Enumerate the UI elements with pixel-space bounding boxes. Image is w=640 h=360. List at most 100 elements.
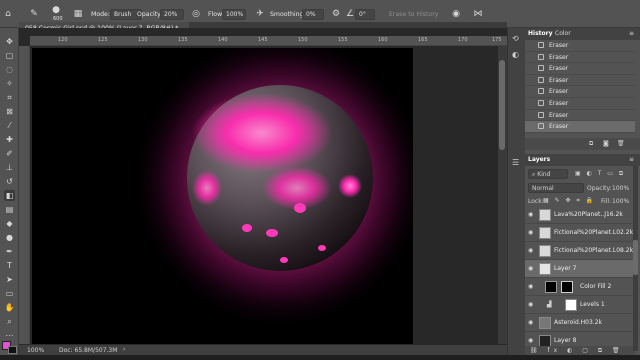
layer-row[interactable]: ◉ Fictional%20Planet.L08.2k (525, 242, 635, 260)
tab-history[interactable]: History (528, 30, 553, 37)
history-item[interactable]: Eraser (525, 98, 635, 110)
more-tools-icon[interactable]: … (4, 328, 15, 339)
blur-tool-icon[interactable]: ◆ (4, 218, 15, 229)
dodge-tool-icon[interactable]: ● (4, 232, 15, 243)
fill-input[interactable]: 100% (612, 198, 629, 205)
visibility-eye-icon[interactable]: ◉ (528, 247, 533, 254)
visibility-eye-icon[interactable]: ◉ (528, 283, 533, 290)
layer-filter-select[interactable]: ⌕ Kind (528, 169, 568, 179)
layers-opacity-input[interactable]: 100% (612, 185, 629, 192)
history-item[interactable]: Eraser (525, 75, 635, 87)
left-ruler (19, 46, 30, 344)
gear-icon[interactable]: ⚙ (330, 8, 342, 20)
layer-row[interactable]: ◉ ▟ Levels 1 (525, 296, 635, 314)
erase-to-history-checkbox[interactable]: Erase to History (389, 11, 438, 18)
history-item[interactable]: Eraser (525, 63, 635, 75)
shape-tool-icon[interactable]: ▭ (4, 288, 15, 299)
history-item[interactable]: Eraser (525, 40, 635, 52)
angle-input[interactable]: 0° (355, 9, 375, 20)
visibility-eye-icon[interactable]: ◉ (528, 265, 533, 272)
panel-menu-icon[interactable]: ≡ (629, 156, 634, 163)
tab-layers[interactable]: Layers (528, 156, 550, 163)
home-icon[interactable]: ⌂ (2, 8, 14, 20)
visibility-eye-icon[interactable]: ◉ (528, 319, 533, 326)
layer-row[interactable]: ◉ Lava%20Planet..J16.2k (525, 206, 635, 224)
airbrush-icon[interactable]: ✈ (254, 8, 266, 20)
layers-scrollbar-thumb[interactable] (633, 240, 638, 275)
layer-thumbnail (539, 245, 551, 257)
eraser-tool-icon[interactable]: ◧ (4, 190, 15, 201)
history-panel-icon[interactable]: ⟲ (512, 34, 519, 43)
blend-mode-select[interactable]: Normal (528, 183, 584, 193)
brush-tool-icon[interactable]: ✐ (4, 148, 15, 159)
layers-footer: ⛓ fx ◐ ▢ ⧉ 🗑 (525, 346, 635, 355)
history-brush-tool-icon[interactable]: ↺ (4, 176, 15, 187)
levels-adjustment-icon: ▟ (547, 301, 552, 308)
ruler-tick: 145 (258, 37, 268, 43)
eraser-icon (538, 76, 544, 83)
background-color-swatch[interactable] (8, 346, 17, 354)
layer-filter-icons[interactable]: ▣ ◐ T ▭ ⧉ (575, 170, 625, 178)
vertical-scrollbar-thumb[interactable] (499, 60, 505, 150)
history-item[interactable]: Eraser (525, 86, 635, 98)
pen-tool-icon[interactable]: ✒ (4, 246, 15, 257)
quick-select-tool-icon[interactable]: ✧ (4, 78, 15, 89)
eraser-icon (538, 123, 544, 130)
visibility-eye-icon[interactable]: ◉ (528, 229, 533, 236)
visibility-eye-icon[interactable]: ◉ (528, 211, 533, 218)
gradient-tool-icon[interactable]: ▤ (4, 204, 15, 215)
brush-preset-icon[interactable]: ● (50, 4, 62, 16)
clone-stamp-tool-icon[interactable]: ⊥ (4, 162, 15, 173)
eyedropper-tool-icon[interactable]: ⁄ (4, 120, 15, 131)
layers-panel-icon[interactable]: ☰ (512, 158, 519, 167)
lava-spot (242, 224, 252, 232)
camera-icon[interactable]: ◙ (603, 140, 609, 147)
history-item-current[interactable]: Eraser (525, 121, 635, 133)
history-item[interactable]: Eraser (525, 110, 635, 122)
tab-color[interactable]: Color (555, 30, 571, 37)
lock-icons[interactable]: ▦ ✎ ✥ ⌗ 🔒 (543, 197, 595, 205)
flow-input[interactable]: 100% (222, 9, 246, 20)
lasso-tool-icon[interactable]: ◌ (4, 64, 15, 75)
planet-artwork (130, 48, 413, 330)
mode-label: Mode: (91, 11, 110, 18)
zoom-level[interactable]: 100% (27, 347, 44, 354)
lava-spot (280, 257, 288, 263)
layer-thumbnail (539, 317, 551, 329)
ruler-tick: 125 (98, 37, 108, 43)
layer-row[interactable]: ◉ Color Fill 2 (525, 278, 635, 296)
layer-row[interactable]: ◉ Asteroid.H03.2k (525, 314, 635, 332)
marquee-tool-icon[interactable]: ▢ (4, 50, 15, 61)
frame-tool-icon[interactable]: ⊠ (4, 106, 15, 117)
layers-panel-tabs: Layers ≡ (525, 154, 640, 166)
type-tool-icon[interactable]: T (4, 260, 15, 271)
symmetry-icon[interactable]: ⋈ (472, 8, 484, 20)
pressure-size-icon[interactable]: ◉ (450, 8, 462, 20)
crop-tool-icon[interactable]: ⌗ (4, 92, 15, 103)
path-selection-tool-icon[interactable]: ➤ (4, 274, 15, 285)
panel-menu-icon[interactable]: ≡ (629, 30, 634, 37)
eraser-tool-icon[interactable]: ✎ (28, 8, 40, 20)
layer-row-selected[interactable]: ◉ Layer 7 (525, 260, 635, 278)
layer-row[interactable]: ◉ Fictional%20Planet.L02.2k (525, 224, 635, 242)
move-tool-icon[interactable]: ✥ (4, 36, 15, 47)
new-document-from-state-icon[interactable]: ⧉ (589, 140, 593, 148)
layers-footer-icons[interactable]: ⛓ fx ◐ ▢ ⧉ 🗑 (530, 347, 624, 355)
canvas[interactable] (32, 48, 413, 344)
brush-settings-icon[interactable]: ▦ (72, 8, 84, 20)
trash-icon[interactable]: 🗑 (617, 140, 625, 147)
layer-thumbnail (539, 209, 551, 221)
status-arrow-icon[interactable]: › (123, 346, 125, 353)
zoom-tool-icon[interactable]: ⌕ (4, 316, 15, 327)
hand-tool-icon[interactable]: ✋ (4, 302, 15, 313)
pressure-opacity-icon[interactable]: ◎ (190, 8, 202, 20)
history-item[interactable]: Eraser (525, 52, 635, 64)
lock-label: Lock: (528, 198, 544, 205)
visibility-eye-icon[interactable]: ◉ (528, 301, 533, 308)
eraser-icon (538, 88, 544, 95)
color-panel-icon[interactable]: ◐ (512, 50, 519, 59)
visibility-eye-icon[interactable]: ◉ (528, 337, 533, 344)
opacity-input[interactable]: 20% (160, 9, 184, 20)
smoothing-input[interactable]: 0% (302, 9, 324, 20)
healing-brush-tool-icon[interactable]: ✚ (4, 134, 15, 145)
